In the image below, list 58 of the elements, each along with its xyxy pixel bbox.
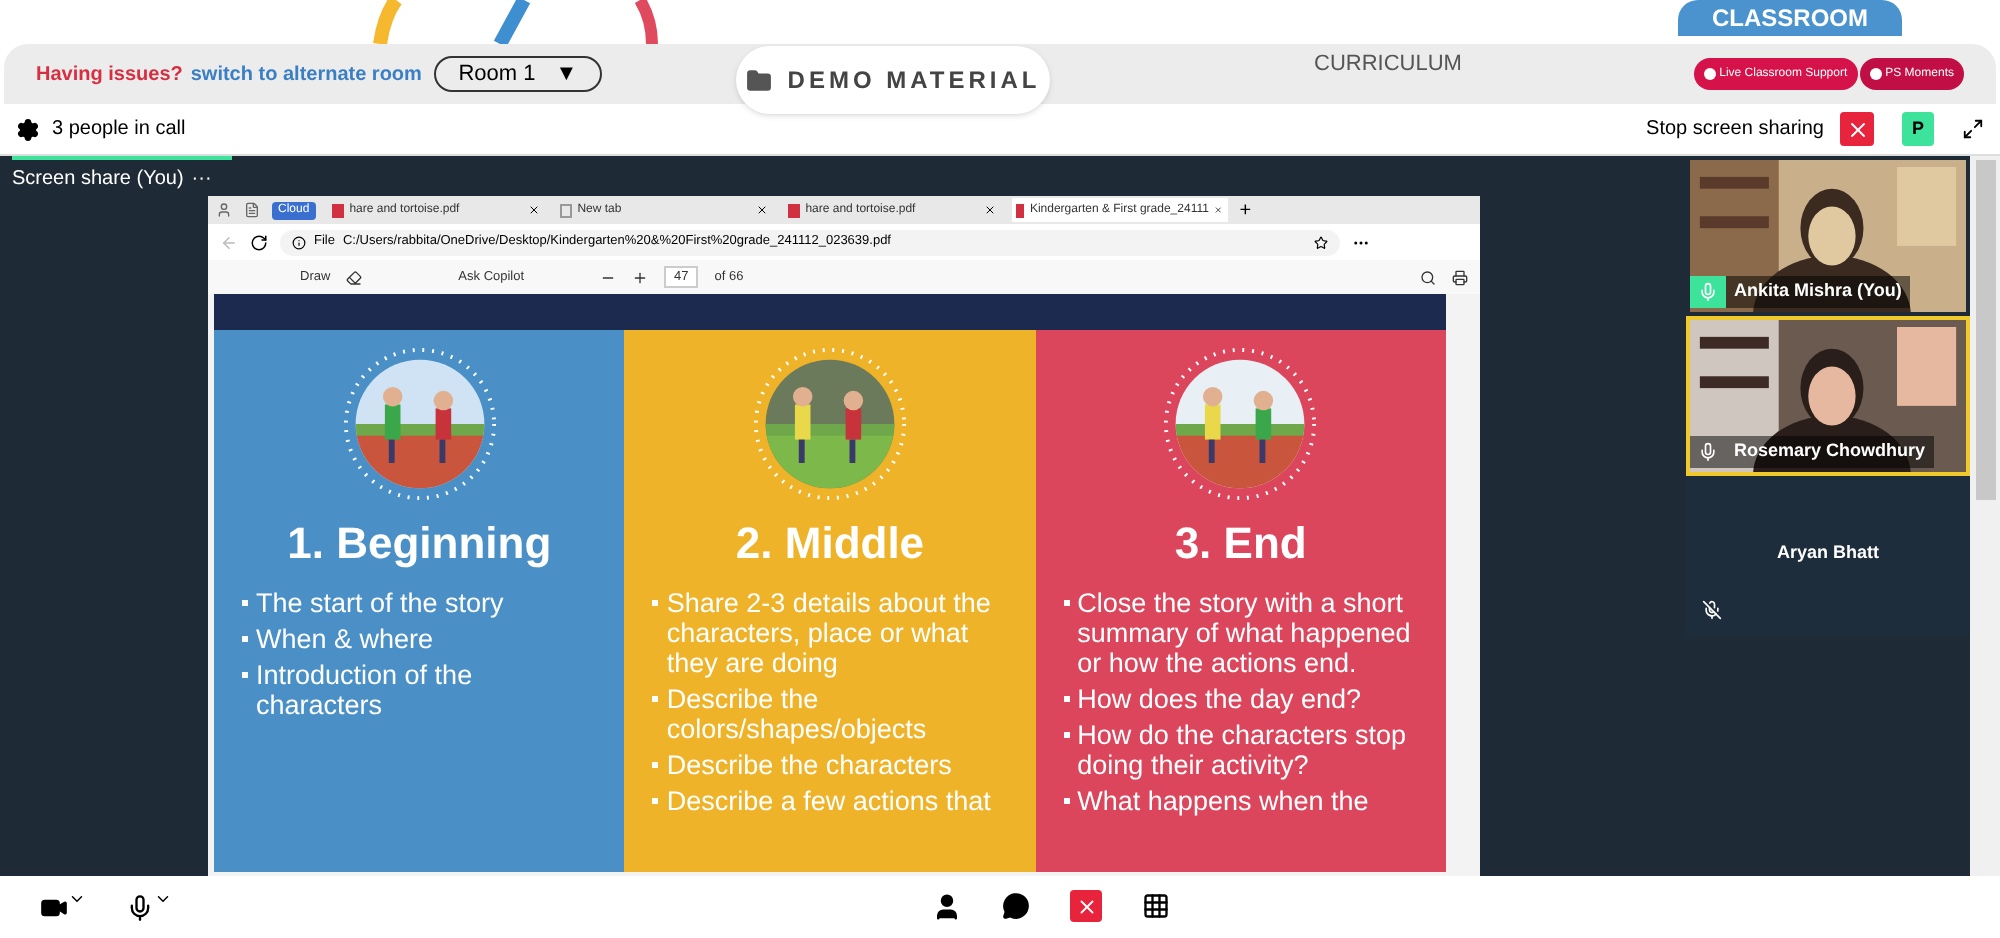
participant-name: Ankita Mishra (You): [1734, 278, 1902, 305]
new-tab-button[interactable]: +: [1239, 195, 1252, 225]
close-icon[interactable]: [527, 204, 540, 216]
room-dropdown[interactable]: Room 1 ▼: [433, 56, 602, 92]
more-options[interactable]: ···: [191, 163, 212, 193]
bullet-text: Describe the colors/shapes/objects: [652, 684, 1008, 744]
bullet-text: How do the characters stop doing their activity?: [1063, 720, 1418, 780]
folder-icon: [745, 67, 772, 93]
stop-sharing-button[interactable]: [1840, 112, 1874, 146]
collections-icon[interactable]: [244, 202, 260, 218]
demo-material-button[interactable]: DEMO MATERIAL: [736, 46, 1050, 114]
background-icon[interactable]: [1142, 892, 1170, 920]
user-avatar[interactable]: P: [1902, 112, 1934, 146]
refresh-icon[interactable]: [250, 233, 268, 251]
mic-icon[interactable]: [126, 893, 154, 921]
issue-text: Having issues?: [36, 61, 183, 89]
print-icon[interactable]: [1452, 269, 1468, 285]
people-count: 3 people in call: [52, 116, 186, 144]
switch-room-link[interactable]: switch to alternate room: [190, 59, 422, 89]
settings-icon[interactable]: [16, 117, 40, 141]
star-icon[interactable]: [1314, 235, 1328, 249]
expand-icon[interactable]: [1962, 118, 1984, 140]
participant-name: Aryan Bhatt: [1774, 540, 1881, 566]
close-icon[interactable]: [755, 204, 768, 216]
caret-icon[interactable]: [154, 890, 172, 908]
bullet-text: The start of the story: [242, 588, 597, 618]
info-icon: [292, 235, 306, 249]
curriculum-tab[interactable]: CURRICULUM: [1314, 48, 1462, 81]
eraser-icon[interactable]: [346, 269, 363, 285]
stop-sharing-label: Stop screen sharing: [1646, 116, 1824, 144]
column-heading: 2. Middle: [735, 516, 925, 572]
pdf-icon: [331, 203, 344, 217]
search-icon[interactable]: [1420, 269, 1436, 285]
zoom-in-icon[interactable]: [632, 269, 649, 285]
stop-share-icon[interactable]: [1070, 890, 1102, 922]
profile-icon[interactable]: [216, 202, 232, 218]
close-icon[interactable]: [983, 204, 996, 216]
column-heading: 1. Beginning: [287, 516, 552, 572]
bullet-text: How does the day end?: [1063, 684, 1418, 714]
bullet-text: Close the story with a short summary of what happened or how the actions end.: [1063, 588, 1418, 678]
column-heading: 3. End: [1174, 516, 1307, 572]
pdf-icon: [787, 203, 800, 217]
bullet-text: What happens when the: [1063, 786, 1418, 816]
bullet-text: Describe a few actions that: [652, 786, 1008, 816]
bullet-text: When & where: [242, 624, 597, 654]
participant-name: Rosemary Chowdhury: [1734, 438, 1926, 465]
pdf-icon: [1015, 203, 1024, 217]
bullet-text: Share 2-3 details about the characters, place or what they are doing: [652, 588, 1008, 678]
bullet-text: Describe the characters: [652, 750, 1008, 780]
share-label: Screen share (You): [12, 165, 184, 193]
bullet-text: Introduction of the characters: [242, 660, 597, 720]
chat-icon[interactable]: [1002, 892, 1030, 920]
people-icon[interactable]: [932, 891, 962, 921]
close-icon: [1845, 117, 1869, 141]
muted-mic-icon[interactable]: [1702, 600, 1722, 620]
page-icon: [559, 203, 572, 217]
caret-icon[interactable]: [68, 890, 86, 908]
scrollbar[interactable]: [1970, 156, 2000, 876]
